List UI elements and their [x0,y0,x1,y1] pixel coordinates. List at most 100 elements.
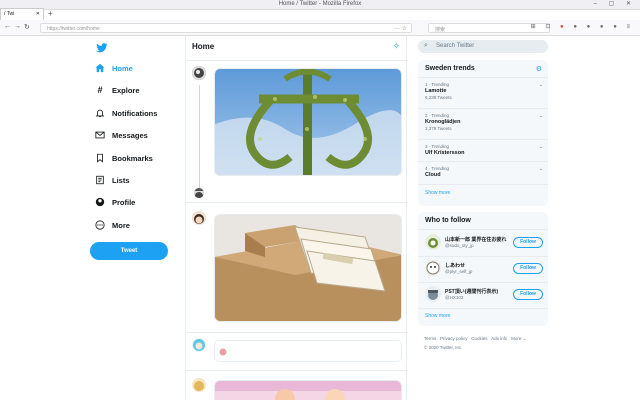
quoted-tweet[interactable] [214,340,402,362]
nav-bookmarks-label: Bookmarks [112,153,153,163]
trend-name: Cloud [425,172,441,178]
tweet-image-books[interactable] [214,214,402,322]
trend-count: 2,379 Tweets [425,126,452,131]
avatar[interactable] [192,378,206,392]
trend-meta: 2 · Trending [425,113,450,118]
suggestion-name: 山本新一郎 業界在住お疲れ [445,237,507,243]
avatar [425,260,441,276]
trend-meta: 4 · Trending [425,166,450,171]
nav-messages[interactable]: Messages [94,129,148,141]
nav-explore[interactable]: # Explore [94,84,140,96]
nav-profile[interactable]: Profile [94,196,135,208]
footer-privacy-link[interactable]: Privacy policy [440,336,468,341]
footer-cookies-link[interactable]: Cookies [471,336,487,341]
suggestion-name: PST頂い(週間刊行表示) [445,289,499,295]
follow-suggestion[interactable]: 山本新一郎 業界在住お疲れ @sudo_sty_jp Follow [425,234,543,254]
browser-tab[interactable]: / Twi ✕ [0,8,44,20]
tweet-divider [186,370,408,371]
list-icon [94,174,106,186]
home-icon [94,62,106,74]
chevron-down-icon[interactable]: ⌄ [539,113,543,119]
nav-lists[interactable]: Lists [94,174,130,186]
trend-meta: 3 · Trending [425,144,450,149]
follow-suggestion[interactable]: しあわせ @plyr_self_jp Follow [425,260,543,280]
nav-home[interactable]: Home [94,62,133,74]
browser-toolbar: ← → ↻ https://twitter.com/home ··· ☆ 搜索 … [0,20,640,36]
nav-notifications-label: Notifications [112,108,158,118]
tab-close-icon[interactable]: ✕ [36,11,40,18]
avatar[interactable] [192,211,206,225]
avatar [425,286,441,302]
nav-lists-label: Lists [112,175,130,185]
forward-icon[interactable]: → [14,23,21,30]
new-tab-icon[interactable]: + [48,9,53,18]
follow-button[interactable]: Follow [513,289,543,300]
twitter-logo-icon[interactable] [96,42,108,54]
suggestion-name: しあわせ [445,263,466,269]
follow-button[interactable]: Follow [513,237,543,248]
who-show-more-link[interactable]: Show more [425,313,450,319]
window-title: Home / Twitter - Mozilla Firefox [278,1,362,7]
chevron-down-icon[interactable]: ⌄ [539,166,543,172]
toolbar-icons[interactable]: ⊞ ⊡ ● ● ● ● ● ≡ [531,23,634,30]
suggestion-handle: @HX103 [445,295,464,300]
nav-messages-label: Messages [112,130,148,140]
tweet-image-maypole[interactable] [214,68,402,176]
search-placeholder: Search Twitter [436,43,475,49]
panel-divider [418,161,548,162]
footer-more-link[interactable]: More ⌄ [511,336,526,341]
nav-more[interactable]: More [94,219,130,231]
suggestion-handle: @plyr_self_jp [445,269,473,274]
panel-divider [418,184,548,185]
page-actions-icon[interactable]: ··· ☆ [394,25,407,32]
follow-suggestion[interactable]: PST頂い(週間刊行表示) @HX103 Follow [425,286,543,306]
nav-explore-label: Explore [112,85,140,95]
window-controls[interactable]: – ▢ ✕ [594,0,636,7]
trend-item[interactable]: 3 · Trending Ulf Kristersson ⌄ [425,144,543,156]
window-titlebar: Home / Twitter - Mozilla Firefox – ▢ ✕ [0,0,640,10]
suggestion-handle: @sudo_sty_jp [445,243,474,248]
envelope-icon [94,129,106,141]
trend-item[interactable]: 2 · Trending Kronoglädjen 2,379 Tweets ⌄ [425,113,543,131]
browser-search-placeholder: 搜索 [435,27,446,33]
avatar[interactable] [192,66,206,80]
tweet-image-anime[interactable] [214,380,402,400]
panel-divider [418,282,548,283]
bookmark-icon [94,152,106,164]
trends-show-more-link[interactable]: Show more [425,190,450,196]
footer-links: Terms Privacy policy Cookies Ads info Mo… [424,334,548,352]
nav-more-label: More [112,220,130,230]
trend-item[interactable]: 1 · Trending Lamotte 6,238 Tweets ⌄ [425,82,543,100]
more-icon [94,219,106,231]
reload-icon[interactable]: ↻ [24,23,30,31]
gear-icon[interactable]: ⚙ [536,65,542,73]
trends-panel: Sweden trends ⚙ 1 · Trending Lamotte 6,2… [418,60,548,206]
url-text: https://twitter.com/home [47,26,100,32]
sparkle-icon[interactable]: ✧ [392,41,400,52]
who-to-follow-title: Who to follow [425,217,471,224]
trend-item[interactable]: 4 · Trending Cloud ⌄ [425,166,543,178]
page-title: Home [192,42,215,51]
footer-terms-link[interactable]: Terms [424,336,436,341]
tweet-divider [186,202,408,203]
avatar [425,234,441,250]
chevron-down-icon[interactable]: ⌄ [539,144,543,150]
tweet-button[interactable]: Tweet [90,242,168,260]
chevron-down-icon[interactable]: ⌄ [539,82,543,88]
footer-ads-link[interactable]: Ads info [491,336,507,341]
trend-name: Lamotte [425,88,447,94]
header-divider [186,60,408,61]
trends-title: Sweden trends [425,65,475,72]
nav-home-label: Home [112,63,133,73]
footer-copyright: © 2020 Twitter, Inc. [424,345,463,350]
avatar[interactable] [192,338,206,352]
nav-notifications[interactable]: Notifications [94,107,157,119]
back-icon[interactable]: ← [4,23,11,30]
nav-bookmarks[interactable]: Bookmarks [94,152,153,164]
search-input[interactable]: ⌕ Search Twitter [418,40,548,53]
person-icon [94,196,106,208]
follow-button[interactable]: Follow [513,263,543,274]
panel-divider [418,308,548,309]
url-bar[interactable]: https://twitter.com/home ··· ☆ [40,23,412,33]
avatar[interactable] [194,188,204,198]
